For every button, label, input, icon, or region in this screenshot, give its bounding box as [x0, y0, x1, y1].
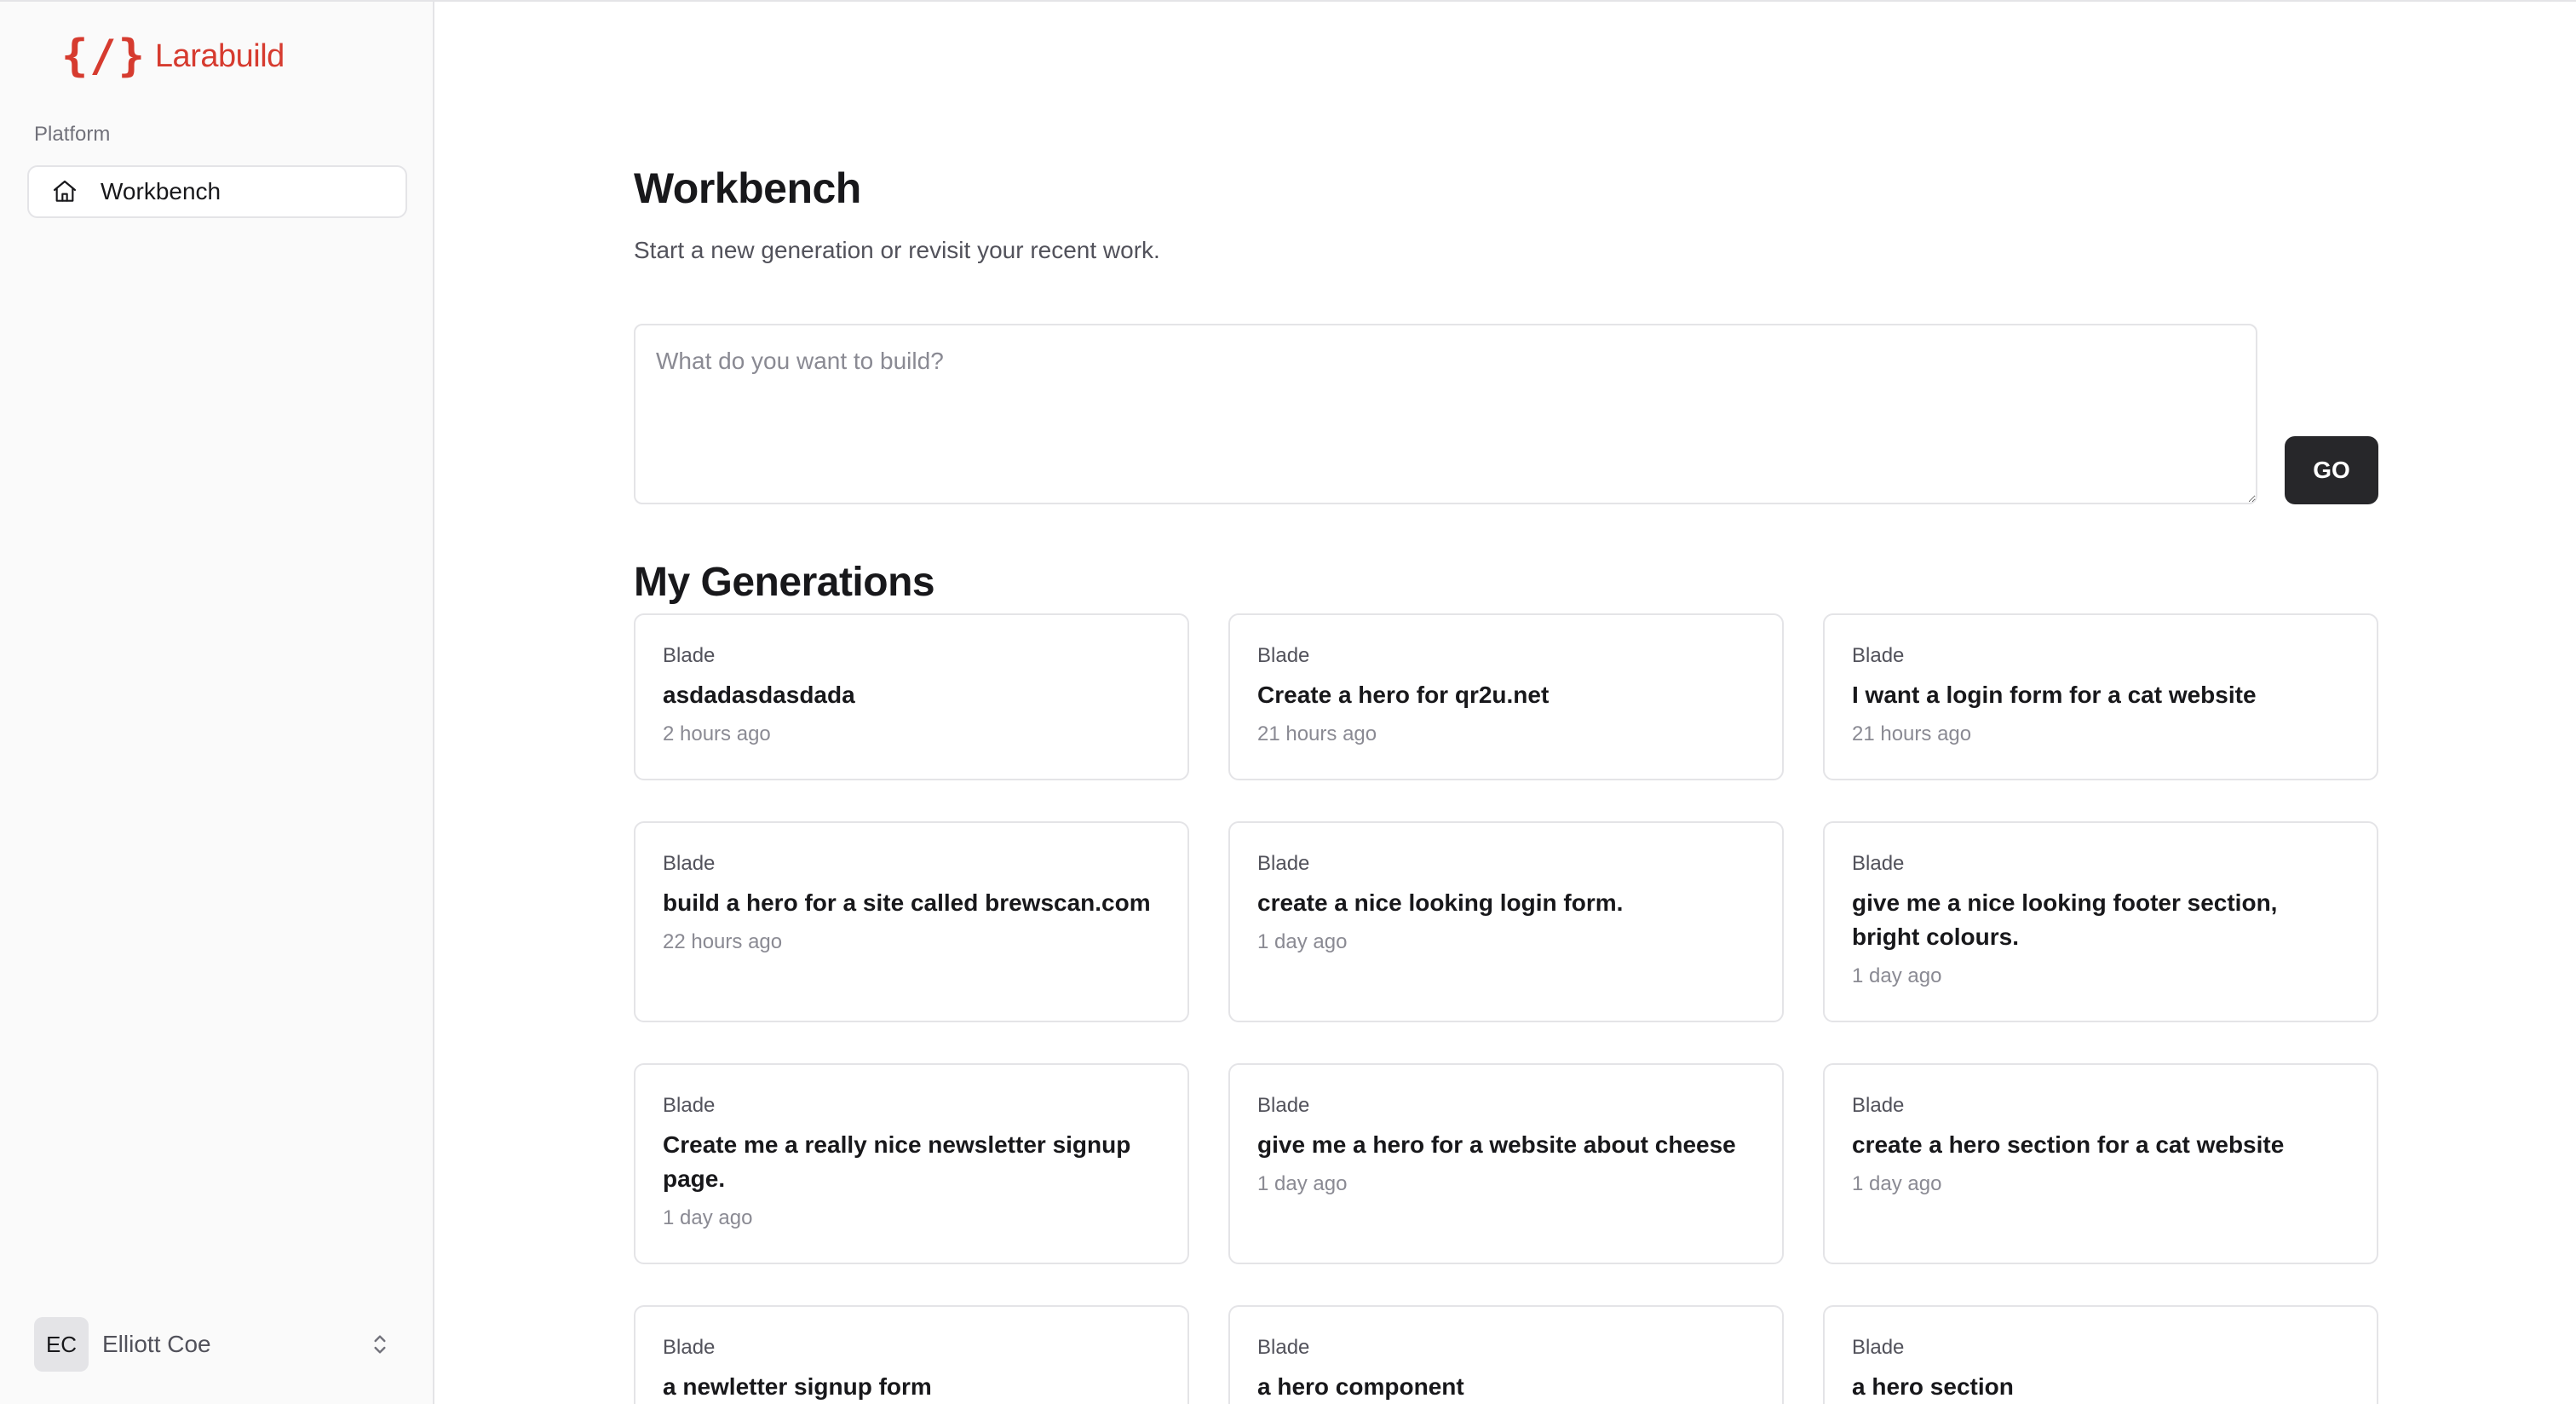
card-type: Blade	[1257, 852, 1310, 875]
generation-card[interactable]: Blade a hero component	[1228, 1305, 1784, 1404]
generation-card[interactable]: Blade asdadasdasdada 2 hours ago	[634, 613, 1189, 780]
sidebar-section-label: Platform	[34, 123, 111, 146]
main-content: Workbench Start a new generation or revi…	[434, 2, 2576, 1404]
logo-text: Larabuild	[154, 38, 285, 74]
card-title: asdadasdasdada	[663, 682, 855, 708]
card-type: Blade	[1852, 852, 1905, 875]
sidebar-item-workbench[interactable]: Workbench	[27, 165, 407, 218]
card-time: 2 hours ago	[663, 722, 771, 745]
card-title: create a hero section for a cat website	[1852, 1131, 2285, 1158]
page-subtitle: Start a new generation or revisit your r…	[634, 237, 1160, 263]
card-title: give me a nice looking footer section, b…	[1852, 889, 2278, 950]
sidebar-item-label: Workbench	[101, 178, 221, 204]
generations-title: My Generations	[634, 560, 935, 605]
generation-card[interactable]: Blade I want a login form for a cat webs…	[1823, 613, 2378, 780]
user-menu[interactable]: EC Elliott Coe	[34, 1317, 394, 1372]
card-title: I want a login form for a cat website	[1852, 682, 2257, 708]
card-title: create a nice looking login form.	[1257, 889, 1624, 916]
card-type: Blade	[1257, 644, 1310, 667]
card-time: 21 hours ago	[1852, 722, 1972, 745]
card-time: 1 day ago	[663, 1206, 753, 1229]
card-type: Blade	[1852, 1094, 1905, 1117]
home-icon	[53, 180, 77, 202]
sidebar: {/} Larabuild Platform Workbench EC Elli…	[0, 2, 434, 1404]
card-time: 1 day ago	[1852, 964, 1942, 987]
card-title: a hero section	[1852, 1373, 2014, 1400]
generation-card[interactable]: Blade give me a hero for a website about…	[1228, 1063, 1784, 1264]
card-title: a hero component	[1257, 1373, 1464, 1400]
logo-icon: {/}	[61, 31, 147, 82]
card-type: Blade	[1257, 1094, 1310, 1117]
generation-card[interactable]: Blade build a hero for a site called bre…	[634, 821, 1189, 1022]
card-title: give me a hero for a website about chees…	[1257, 1131, 1736, 1158]
card-title: Create me a really nice newsletter signu…	[663, 1131, 1131, 1192]
generation-card[interactable]: Blade create a hero section for a cat we…	[1823, 1063, 2378, 1264]
go-button[interactable]: GO	[2285, 436, 2378, 504]
generation-card[interactable]: Blade Create me a really nice newsletter…	[634, 1063, 1189, 1264]
avatar: EC	[34, 1317, 89, 1372]
card-time: 1 day ago	[1257, 930, 1348, 953]
card-type: Blade	[1257, 1336, 1310, 1359]
card-type: Blade	[663, 852, 716, 875]
card-time: 22 hours ago	[663, 930, 783, 953]
card-type: Blade	[1852, 644, 1905, 667]
card-title: a newletter signup form	[663, 1373, 932, 1400]
generation-card[interactable]: Blade create a nice looking login form. …	[1228, 821, 1784, 1022]
card-type: Blade	[1852, 1336, 1905, 1359]
generation-card[interactable]: Blade a hero section	[1823, 1305, 2378, 1404]
card-type: Blade	[663, 1336, 716, 1359]
prompt-input[interactable]	[634, 324, 2257, 504]
generation-card[interactable]: Blade give me a nice looking footer sect…	[1823, 821, 2378, 1022]
card-type: Blade	[663, 1094, 716, 1117]
chevron-up-down-icon	[374, 1335, 386, 1354]
card-time: 1 day ago	[1257, 1172, 1348, 1195]
page-title: Workbench	[634, 164, 861, 212]
card-title: build a hero for a site called brewscan.…	[663, 889, 1151, 916]
user-name: Elliott Coe	[102, 1331, 211, 1357]
app-window: {/} Larabuild Platform Workbench EC Elli…	[0, 0, 2576, 1404]
generation-card[interactable]: Blade a newletter signup form	[634, 1305, 1189, 1404]
card-type: Blade	[663, 644, 716, 667]
card-time: 1 day ago	[1852, 1172, 1942, 1195]
card-title: Create a hero for qr2u.net	[1257, 682, 1550, 708]
logo[interactable]: {/} Larabuild	[61, 32, 285, 80]
card-time: 21 hours ago	[1257, 722, 1377, 745]
generation-card[interactable]: Blade Create a hero for qr2u.net 21 hour…	[1228, 613, 1784, 780]
